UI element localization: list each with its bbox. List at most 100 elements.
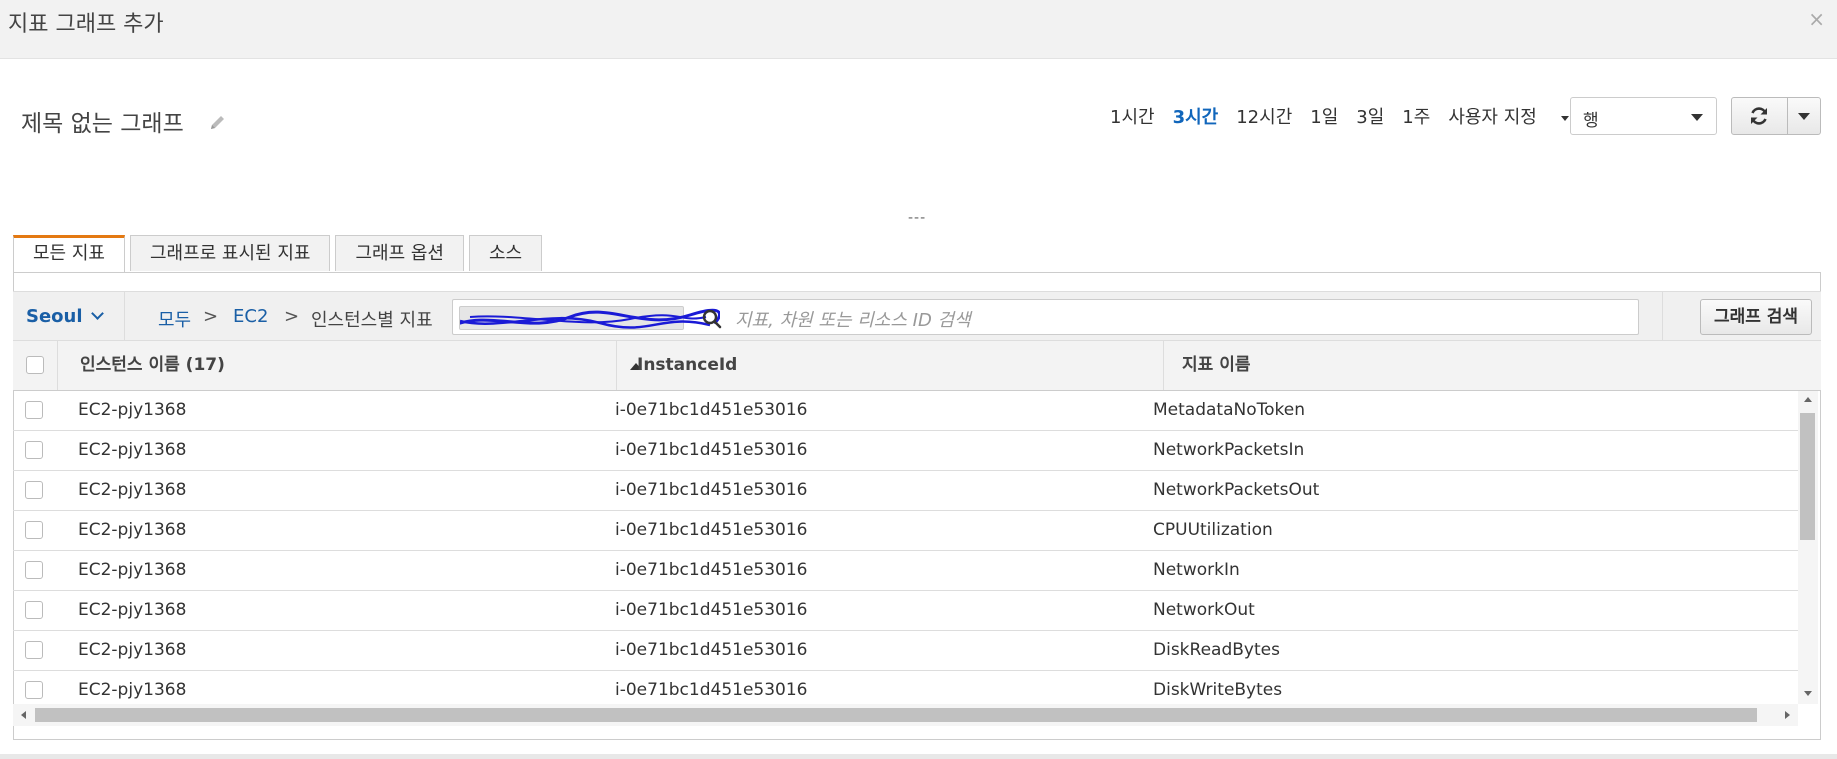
table-row[interactable]: EC2-pjy1368 i-0e71bc1d451e53016 NetworkIn	[13, 551, 1798, 591]
range-custom[interactable]: 사용자 지정	[1448, 103, 1569, 129]
redaction-scribble	[460, 308, 720, 329]
horizontal-scroll-thumb[interactable]	[35, 708, 1757, 722]
column-header-instance-name[interactable]: 인스턴스 이름 (17)	[58, 341, 642, 390]
search-token-redacted[interactable]	[459, 306, 720, 330]
range-1d[interactable]: 1일	[1310, 103, 1338, 129]
chevron-down-icon	[90, 307, 104, 320]
caret-down-icon	[1560, 115, 1569, 121]
horizontal-scrollbar[interactable]	[13, 704, 1798, 726]
column-header-instance-id[interactable]: InstanceId	[617, 341, 1164, 390]
pencil-icon[interactable]	[208, 112, 228, 132]
range-1w[interactable]: 1주	[1402, 103, 1430, 129]
instance-id-cell: i-0e71bc1d451e53016	[615, 680, 808, 700]
range-12h[interactable]: 12시간	[1236, 103, 1292, 129]
row-checkbox[interactable]	[25, 601, 43, 619]
instance-id-cell: i-0e71bc1d451e53016	[615, 600, 808, 620]
row-checkbox[interactable]	[25, 641, 43, 659]
refresh-button-group	[1731, 97, 1821, 135]
table-row[interactable]: EC2-pjy1368 i-0e71bc1d451e53016 NetworkPac…	[13, 471, 1798, 511]
instance-name-cell: EC2-pjy1368	[78, 560, 187, 580]
dialog-titlebar: 지표 그래프 추가 ×	[0, 0, 1837, 59]
table-row[interactable]: EC2-pjy1368 i-0e71bc1d451e53016 DiskReadBy…	[13, 631, 1798, 671]
metric-name-cell: NetworkPacketsOut	[1153, 480, 1320, 500]
tab-graph-options[interactable]: 그래프 옵션	[335, 235, 464, 271]
graph-search-button[interactable]: 그래프 검색	[1700, 299, 1812, 335]
row-checkbox[interactable]	[25, 681, 43, 699]
region-selector[interactable]: Seoul	[26, 306, 104, 327]
search-icon	[702, 309, 722, 329]
breadcrumb-separator: >	[203, 306, 219, 327]
metric-name-cell: NetworkIn	[1153, 560, 1240, 580]
breadcrumb-separator: >	[284, 306, 300, 327]
row-checkbox[interactable]	[25, 561, 43, 579]
scroll-left-arrow-icon[interactable]	[21, 711, 26, 719]
instance-id-cell: i-0e71bc1d451e53016	[615, 440, 808, 460]
breadcrumb-per-instance: 인스턴스별 지표	[311, 310, 433, 331]
column-label: InstanceId	[637, 355, 738, 375]
separator	[1662, 292, 1663, 340]
view-type-value: 행	[1583, 111, 1599, 131]
resize-divider[interactable]: ---	[908, 210, 926, 226]
instance-id-cell: i-0e71bc1d451e53016	[615, 560, 808, 580]
metric-name-cell: CPUUtilization	[1153, 520, 1273, 540]
instance-name-cell: EC2-pjy1368	[78, 400, 187, 420]
column-label: 인스턴스 이름 (17)	[80, 355, 225, 375]
table-header: 인스턴스 이름 (17) InstanceId 지표 이름	[13, 341, 1821, 391]
range-3d[interactable]: 3일	[1356, 103, 1384, 129]
table-row[interactable]: EC2-pjy1368 i-0e71bc1d451e53016 CPUUtiliza…	[13, 511, 1798, 551]
region-label: Seoul	[26, 306, 83, 327]
metric-tabs: 모든 지표 그래프로 표시된 지표 그래프 옵션 소스	[13, 235, 547, 273]
column-header-metric-name[interactable]: 지표 이름	[1164, 341, 1821, 390]
row-checkbox[interactable]	[25, 521, 43, 539]
table-row[interactable]: EC2-pjy1368 i-0e71bc1d451e53016 MetadataNo…	[13, 391, 1798, 431]
row-checkbox[interactable]	[25, 481, 43, 499]
scroll-up-arrow-icon[interactable]	[1804, 397, 1812, 402]
tab-all-metrics[interactable]: 모든 지표	[13, 235, 125, 273]
range-custom-label: 사용자 지정	[1448, 107, 1537, 128]
range-1h[interactable]: 1시간	[1110, 103, 1155, 129]
range-3h[interactable]: 3시간	[1173, 103, 1219, 129]
search-placeholder: 지표, 차원 또는 리소스 ID 검색	[735, 310, 971, 331]
table-body: EC2-pjy1368 i-0e71bc1d451e53016 MetadataNo…	[13, 391, 1798, 704]
breadcrumb-ec2[interactable]: EC2	[233, 306, 268, 327]
graph-title[interactable]: 제목 없는 그래프	[21, 104, 184, 138]
refresh-options-dropdown-icon[interactable]	[1798, 113, 1810, 120]
metric-name-cell: NetworkOut	[1153, 600, 1255, 620]
tab-graphed-metrics[interactable]: 그래프로 표시된 지표	[129, 235, 331, 271]
dropdown-arrow-icon	[1691, 114, 1703, 121]
instance-name-cell: EC2-pjy1368	[78, 680, 187, 700]
metric-name-cell: DiskReadBytes	[1153, 640, 1280, 660]
row-checkbox[interactable]	[25, 401, 43, 419]
instance-id-cell: i-0e71bc1d451e53016	[615, 400, 808, 420]
instance-id-cell: i-0e71bc1d451e53016	[615, 520, 808, 540]
time-range-selector: 1시간 3시간 12시간 1일 3일 1주 사용자 지정	[1110, 103, 1587, 129]
search-field[interactable]: 지표, 차원 또는 리소스 ID 검색	[452, 299, 1639, 335]
vertical-scrollbar[interactable]	[1798, 391, 1818, 704]
separator	[124, 292, 125, 340]
select-all-checkbox[interactable]	[26, 356, 44, 374]
instance-id-cell: i-0e71bc1d451e53016	[615, 480, 808, 500]
tab-source[interactable]: 소스	[468, 235, 543, 271]
dialog-bottom-edge	[0, 754, 1837, 759]
column-label: 지표 이름	[1182, 355, 1251, 375]
scroll-down-arrow-icon[interactable]	[1804, 691, 1812, 696]
metric-name-cell: NetworkPacketsIn	[1153, 440, 1305, 460]
view-type-select[interactable]: 행	[1570, 97, 1717, 135]
instance-name-cell: EC2-pjy1368	[78, 520, 187, 540]
table-row[interactable]: EC2-pjy1368 i-0e71bc1d451e53016 DiskWriteB…	[13, 671, 1798, 704]
scroll-right-arrow-icon[interactable]	[1785, 711, 1790, 719]
close-icon[interactable]: ×	[1808, 7, 1825, 31]
table-row[interactable]: EC2-pjy1368 i-0e71bc1d451e53016 NetworkPac…	[13, 431, 1798, 471]
instance-id-cell: i-0e71bc1d451e53016	[615, 640, 808, 660]
refresh-icon[interactable]	[1748, 105, 1770, 127]
metric-name-cell: DiskWriteBytes	[1153, 680, 1283, 700]
filter-bar: Seoul 모두 > EC2 > 인스턴스별 지표 지표, 차원 또는 리소스 …	[13, 291, 1821, 341]
instance-name-cell: EC2-pjy1368	[78, 480, 187, 500]
row-checkbox[interactable]	[25, 441, 43, 459]
breadcrumb-all[interactable]: 모두	[158, 306, 191, 332]
instance-name-cell: EC2-pjy1368	[78, 640, 187, 660]
instance-name-cell: EC2-pjy1368	[78, 600, 187, 620]
vertical-scroll-thumb[interactable]	[1800, 413, 1815, 540]
header-select-cell	[13, 341, 58, 390]
table-row[interactable]: EC2-pjy1368 i-0e71bc1d451e53016 NetworkOut	[13, 591, 1798, 631]
